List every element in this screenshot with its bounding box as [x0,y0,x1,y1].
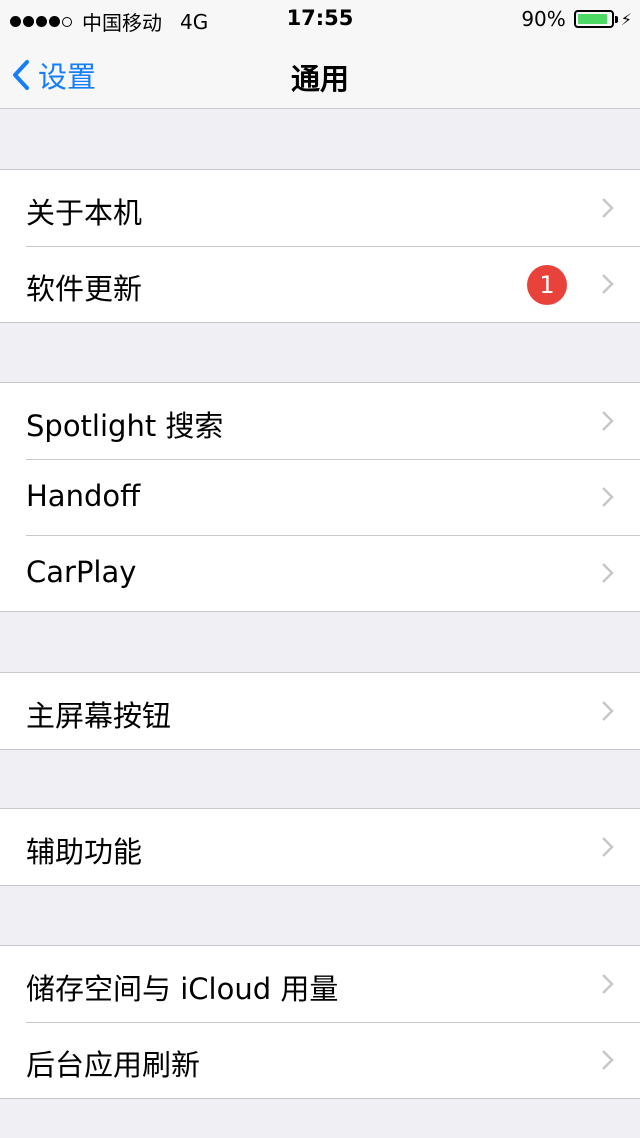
settings-row-accessibility[interactable]: 辅助功能 [0,809,640,885]
row-label: 后台应用刷新 [26,1048,201,1082]
navigation-bar: 设置 通用 [0,40,640,109]
chevron-right-icon [602,487,614,507]
settings-row-storage-icloud[interactable]: 储存空间与 iCloud 用量 [0,946,640,1022]
settings-group-accessibility: 辅助功能 [0,808,640,886]
settings-row-software-update[interactable]: 软件更新 1 [0,246,640,322]
settings-group-storage: 储存空间与 iCloud 用量 后台应用刷新 [0,945,640,1099]
battery-icon [573,10,618,28]
row-label: Handoff [26,479,141,513]
row-label: 辅助功能 [26,835,143,869]
settings-group-continuity: Spotlight 搜索 Handoff CarPlay [0,382,640,612]
chevron-right-icon [602,411,614,431]
page-title: 通用 [290,62,349,96]
settings-group-home-button: 主屏幕按钮 [0,672,640,750]
charging-icon: ⚡ [620,9,632,29]
settings-row-about[interactable]: 关于本机 [0,170,640,246]
chevron-right-icon [602,701,614,721]
settings-row-background-refresh[interactable]: 后台应用刷新 [0,1022,640,1098]
battery-percent: 90% [521,7,566,31]
row-label: 软件更新 [26,272,143,306]
status-bar: 中国移动 4G 17:55 90% ⚡ [0,0,640,40]
settings-row-spotlight[interactable]: Spotlight 搜索 [0,383,640,459]
settings-row-home-button[interactable]: 主屏幕按钮 [0,673,640,749]
settings-row-carplay[interactable]: CarPlay [0,535,640,611]
chevron-right-icon [602,274,614,294]
chevron-right-icon [602,974,614,994]
settings-row-handoff[interactable]: Handoff [0,459,640,535]
row-label: 主屏幕按钮 [26,699,172,733]
row-label: CarPlay [26,555,137,589]
chevron-right-icon [602,563,614,583]
row-label: 储存空间与 iCloud 用量 [26,972,339,1006]
row-label: Spotlight 搜索 [26,409,224,443]
notification-badge: 1 [527,265,567,305]
chevron-right-icon [602,198,614,218]
chevron-right-icon [602,1050,614,1070]
chevron-right-icon [602,837,614,857]
row-label: 关于本机 [26,196,143,230]
settings-group-about: 关于本机 软件更新 1 [0,169,640,323]
status-right: 90% ⚡ [521,7,632,31]
